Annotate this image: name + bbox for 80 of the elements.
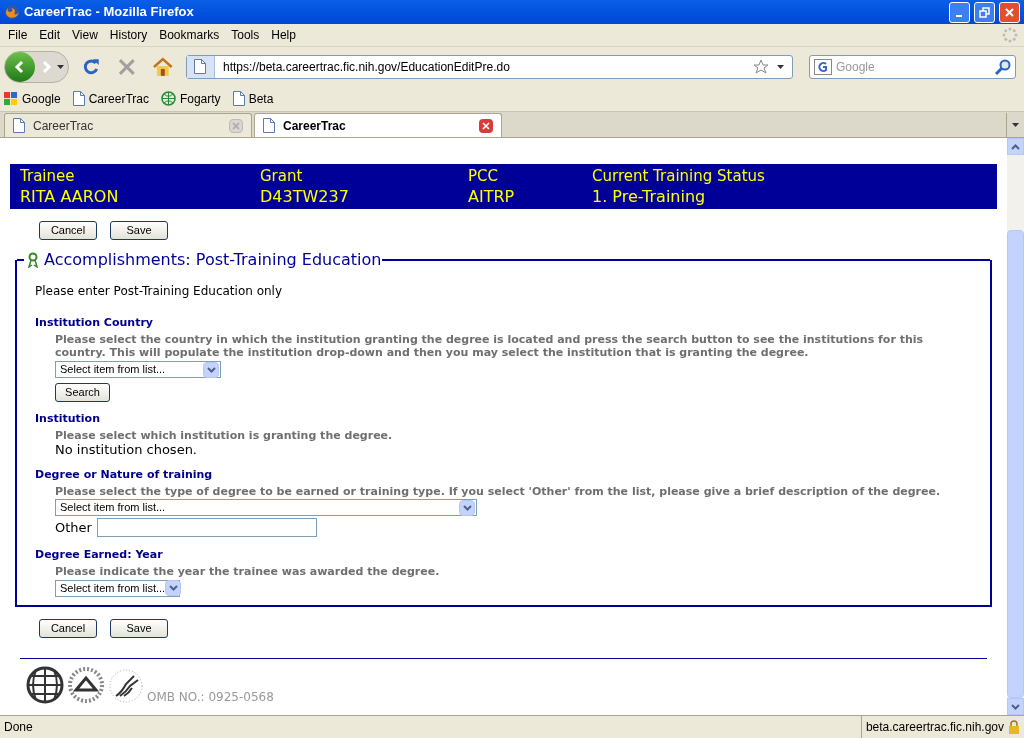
globe-seal-icon — [26, 665, 64, 704]
menu-item[interactable]: View — [66, 26, 104, 44]
form-button[interactable]: Cancel — [39, 618, 97, 638]
field-label: Degree Earned: Year — [35, 547, 164, 562]
page-icon — [72, 91, 85, 106]
scroll-down-icon[interactable] — [1011, 703, 1020, 710]
help-text: Please select which institution is granting the degree. — [55, 429, 394, 442]
banner-value: RITA AARON — [20, 186, 120, 207]
select-field[interactable]: Select item from list... — [55, 579, 180, 597]
url-field[interactable]: https://beta.careertrac.fic.nih.gov/EducationEditPre.do — [186, 54, 793, 79]
banner-label: Current Training Status — [592, 166, 766, 186]
padlock-icon — [1008, 720, 1020, 734]
site-identity-icon — [194, 59, 207, 74]
banner-label: PCC — [468, 166, 499, 186]
search-field[interactable]: Google — [836, 57, 991, 76]
field-label: Institution — [35, 412, 101, 426]
form-button[interactable]: Save — [110, 221, 168, 240]
banner-label: Trainee — [20, 166, 76, 186]
menu-item[interactable]: File — [2, 26, 34, 44]
bookmark-star-icon[interactable] — [753, 58, 769, 75]
window-title: CareerTrac - Mozilla Firefox — [24, 3, 195, 22]
institution-value: No institution chosen. — [55, 442, 198, 458]
banner-value: D43TW237 — [260, 186, 350, 207]
banner-label: Grant — [260, 166, 304, 186]
reload-icon[interactable] — [81, 56, 101, 77]
page-icon — [232, 91, 245, 106]
page-icon — [263, 118, 275, 133]
back-forward-control[interactable] — [4, 50, 69, 83]
bookmark-item[interactable]: CareerTrac — [72, 89, 149, 108]
menu-item[interactable]: History — [103, 26, 154, 44]
url-text: https://beta.careertrac.fic.nih.gov/EducationEditPre.do — [223, 58, 511, 76]
browser-tab[interactable]: CareerTrac — [254, 113, 502, 137]
multicolor-squares-icon — [4, 91, 18, 106]
search-engine-icon[interactable] — [814, 58, 832, 75]
intro-text: Please enter Post-Training Education only — [35, 283, 284, 300]
status-text: Done — [3, 719, 34, 736]
tab-list-caret-icon[interactable] — [1012, 123, 1019, 127]
firefox-logo-icon — [4, 4, 20, 20]
help-text: Please select the country in which the institution granting the degree is located and press the search button to see the institutions for this country. This will populate the institution drop-down and then you may select the institution that is granting the degree. — [55, 333, 925, 359]
other-input-field[interactable] — [96, 518, 317, 538]
banner-value: AITRP — [468, 186, 516, 207]
help-text: Please indicate the year the trainee was awarded the degree. — [55, 564, 441, 578]
vertical-scrollbar[interactable] — [1007, 138, 1024, 715]
form-button[interactable]: Cancel — [39, 221, 97, 240]
select-field[interactable]: Select item from list... — [55, 499, 477, 516]
help-text: Please select the type of degree to be earned or training type. If you select 'Other' from the list, please give a brief description of the degree. — [55, 485, 942, 498]
dropdown-caret-icon[interactable] — [777, 64, 784, 69]
search-bar[interactable]: Google — [809, 54, 1016, 79]
globe-icon — [160, 91, 176, 106]
restore-icon[interactable] — [974, 1, 995, 23]
form-button[interactable]: Search — [55, 383, 110, 402]
menu-item[interactable]: Tools — [225, 26, 266, 44]
ribbon-award-icon — [28, 252, 38, 268]
bookmark-item[interactable]: Google — [4, 89, 61, 108]
other-label: Other — [55, 519, 92, 537]
history-caret-icon[interactable] — [57, 64, 64, 69]
nih-seal-icon — [67, 665, 105, 704]
browser-tab[interactable]: CareerTrac — [4, 113, 252, 137]
minimize-icon[interactable] — [949, 1, 970, 23]
menu-item[interactable]: Edit — [33, 26, 67, 44]
section-title: Accomplishments: Post-Training Education — [44, 250, 382, 270]
close-icon[interactable] — [999, 1, 1020, 23]
page-icon — [13, 118, 25, 133]
bookmark-item[interactable]: Beta — [232, 89, 274, 108]
menu-item[interactable]: Help — [265, 26, 302, 44]
field-label: Degree or Nature of training — [35, 468, 214, 482]
menu-item[interactable]: Bookmarks — [153, 26, 226, 44]
form-button[interactable]: Save — [110, 618, 168, 638]
home-icon[interactable] — [152, 56, 174, 77]
field-label: Institution Country — [35, 316, 154, 330]
eagle-seal-icon — [108, 667, 144, 704]
scroll-up-icon[interactable] — [1011, 143, 1020, 150]
banner-value: 1. Pre-Training — [592, 186, 707, 207]
status-domain: beta.careertrac.fic.nih.gov — [865, 719, 1004, 736]
throbber-icon — [1002, 27, 1018, 43]
search-icon[interactable] — [995, 58, 1011, 75]
tab-close-icon[interactable] — [479, 118, 493, 133]
bookmark-item[interactable]: Fogarty — [160, 89, 221, 108]
omb-number: OMB NO.: 0925-0568 — [147, 688, 274, 706]
select-field[interactable]: Select item from list... — [55, 361, 221, 378]
